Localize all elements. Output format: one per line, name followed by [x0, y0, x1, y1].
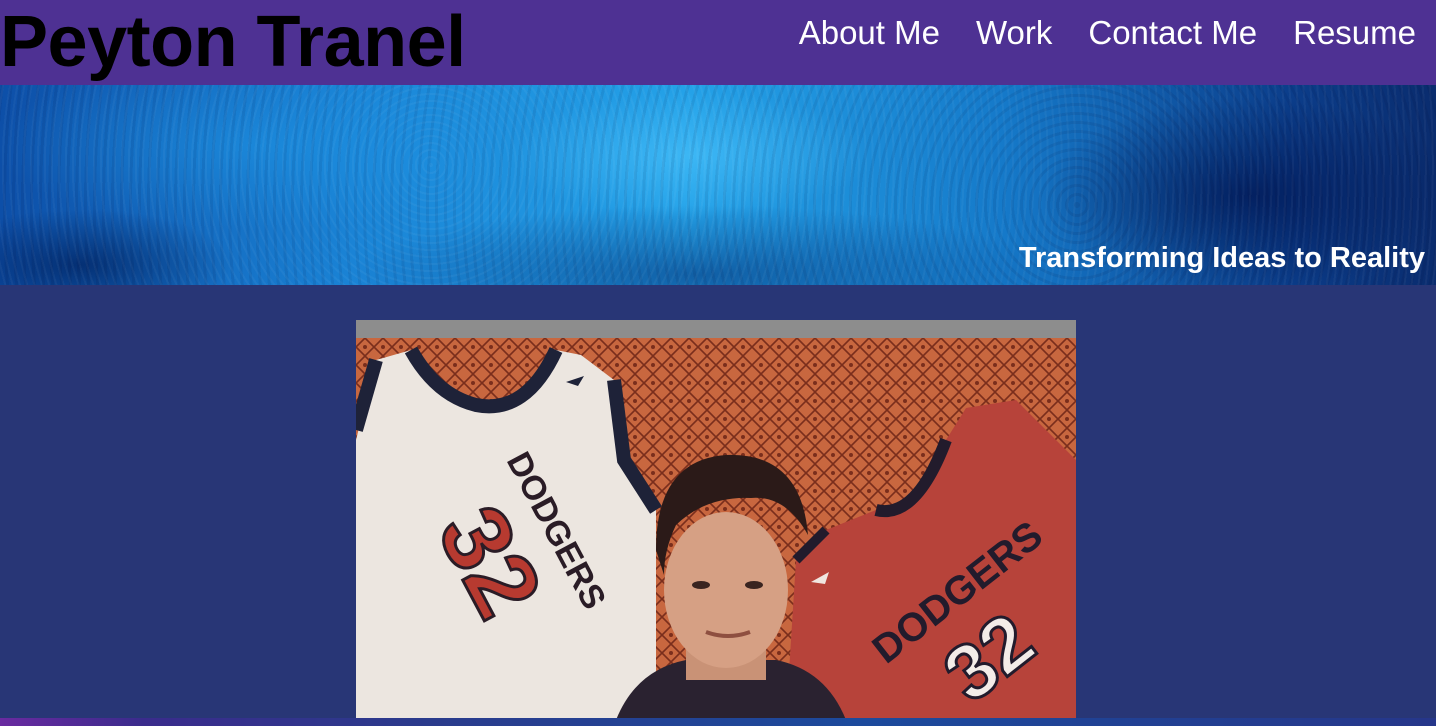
profile-photo: DODGERS 32 DODGERS 32 — [356, 320, 1076, 720]
hero-banner: Transforming Ideas to Reality — [0, 85, 1436, 285]
nav-resume[interactable]: Resume — [1293, 13, 1416, 53]
white-jersey: DODGERS 32 — [356, 346, 662, 720]
desktop-taskbar-strip — [0, 718, 1436, 726]
site-title: Peyton Tranel — [0, 2, 466, 82]
site-header: Peyton Tranel About Me Work Contact Me R… — [0, 0, 1436, 85]
profile-photo-illustration: DODGERS 32 DODGERS 32 — [356, 320, 1076, 720]
nav-about-me[interactable]: About Me — [799, 13, 940, 53]
hero-tagline: Transforming Ideas to Reality — [1018, 242, 1425, 274]
main-nav: About Me Work Contact Me Resume — [799, 13, 1416, 53]
nav-contact-me[interactable]: Contact Me — [1088, 13, 1257, 53]
nav-work[interactable]: Work — [976, 13, 1052, 53]
